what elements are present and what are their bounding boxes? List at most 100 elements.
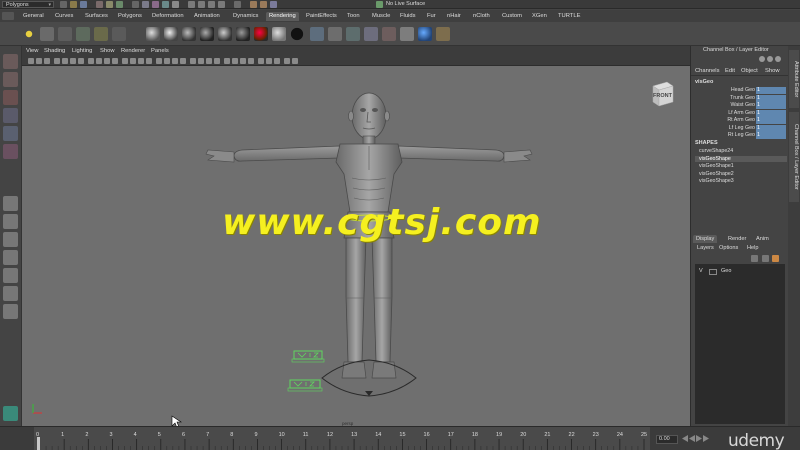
shelf-tab-ncloth[interactable]: nCloth: [470, 12, 493, 21]
render-settings-icon[interactable]: [346, 27, 360, 41]
gate-mask-icon[interactable]: [88, 58, 94, 64]
gamma-icon[interactable]: [274, 58, 280, 64]
channel-attribute-value[interactable]: 1: [756, 109, 786, 117]
step-forward-icon[interactable]: [703, 435, 709, 442]
color-manage-icon[interactable]: [284, 58, 290, 64]
xray-icon[interactable]: [206, 58, 212, 64]
hypershade-layout-icon[interactable]: [3, 286, 18, 301]
directional-light-icon[interactable]: [94, 27, 108, 41]
surface-shader-sphere-icon[interactable]: [218, 27, 232, 41]
render-settings-icon[interactable]: [270, 1, 277, 8]
channel-attribute-name[interactable]: Rt Leg Geo: [728, 132, 755, 139]
channel-attribute-row[interactable]: Head Geo 1: [691, 87, 787, 94]
light-icon[interactable]: [22, 27, 36, 41]
channel-box-icon[interactable]: [775, 56, 781, 62]
current-time-marker[interactable]: [37, 437, 40, 450]
smooth-shade-icon[interactable]: [130, 58, 136, 64]
channel-attribute-name[interactable]: Rt Arm Geo: [727, 117, 755, 124]
snap-grid-icon[interactable]: [188, 1, 195, 8]
isolate-select-icon[interactable]: [198, 58, 204, 64]
motion-blur-icon[interactable]: [172, 58, 178, 64]
channel-attribute-row[interactable]: Trunk Geo 1: [691, 94, 787, 102]
time-slider-track[interactable]: 0 1 2 3 4 5 6 7 8 9 10 11 12 13 14 15 16 17 18 19 20 21 22 23 24…: [34, 427, 650, 450]
lights-icon[interactable]: [146, 58, 152, 64]
select-by-hierarchy-icon[interactable]: [96, 1, 103, 8]
menu-set-dropdown[interactable]: Polygons ▾: [2, 1, 54, 8]
move-layer-down-icon[interactable]: [761, 255, 769, 262]
shelf-tab-xgen[interactable]: XGen: [529, 12, 550, 21]
ipr-icon[interactable]: [382, 27, 396, 41]
panel-menu-show[interactable]: Show: [100, 47, 115, 55]
layer-tab-render[interactable]: Render: [725, 235, 749, 243]
layer-tab-anim[interactable]: Anim: [753, 235, 772, 243]
blinn-sphere-icon[interactable]: [164, 27, 178, 41]
channel-attribute-name[interactable]: Lf Leg Geo: [729, 125, 755, 132]
grease-pencil-icon[interactable]: [248, 58, 254, 64]
mask-icon[interactable]: [162, 1, 169, 8]
shelf-menu-icon[interactable]: [2, 12, 14, 20]
history-icon[interactable]: [234, 1, 241, 8]
new-layer-icon[interactable]: [772, 255, 780, 262]
layer-tab-display[interactable]: Display: [693, 235, 718, 243]
shelf-tab-turtle[interactable]: TURTLE: [555, 12, 583, 21]
mask-icon[interactable]: [152, 1, 159, 8]
dope-sheet-layout-icon[interactable]: [3, 304, 18, 319]
save-scene-icon[interactable]: [80, 1, 87, 8]
shelf-tab-custom[interactable]: Custom: [499, 12, 525, 21]
shadows-icon[interactable]: [156, 58, 162, 64]
panel-menu-shading[interactable]: Shading: [44, 47, 65, 55]
channel-attribute-value[interactable]: 1: [756, 117, 786, 124]
root-control-curve[interactable]: [321, 359, 417, 397]
black-sphere-icon[interactable]: [290, 27, 304, 41]
depth-of-field-icon[interactable]: [190, 58, 196, 64]
layer-row[interactable]: V Geo: [695, 268, 785, 276]
layer-menu-help[interactable]: Help: [747, 245, 759, 251]
mask-icon[interactable]: [132, 1, 139, 8]
rotate-tool-icon[interactable]: [3, 126, 18, 141]
view-transform-icon[interactable]: [292, 58, 298, 64]
shelf-tab-muscle[interactable]: Muscle: [369, 12, 393, 21]
lf-leg-geo[interactable]: [371, 237, 393, 363]
ambient-occlusion-icon[interactable]: [164, 58, 170, 64]
shelf-tab-toon[interactable]: Toon: [344, 12, 363, 21]
scale-tool-icon[interactable]: [3, 144, 18, 159]
select-tool-icon[interactable]: [3, 54, 18, 69]
bookmark-icon[interactable]: [44, 58, 50, 64]
channel-attribute-value[interactable]: 1: [756, 132, 786, 139]
snap-plane-icon[interactable]: [218, 1, 225, 8]
layer-menu-options[interactable]: Options: [719, 245, 738, 251]
channel-attribute-name[interactable]: Trunk Geo: [730, 95, 755, 102]
panel-menu-panels[interactable]: Panels: [151, 47, 169, 55]
shelf-tab-nhair[interactable]: nHair: [444, 12, 464, 21]
batch-render-icon[interactable]: [364, 27, 378, 41]
channel-box-icon[interactable]: [759, 56, 765, 62]
channel-attribute-row[interactable]: Lf Arm Geo 1: [691, 109, 787, 117]
move-layer-up-icon[interactable]: [751, 255, 758, 262]
shape-node-item[interactable]: visGeoShape2: [699, 171, 734, 177]
backface-icon[interactable]: [232, 58, 238, 64]
channel-attribute-name[interactable]: Waist Geo: [730, 102, 755, 109]
rt-leg-geo[interactable]: [345, 237, 367, 363]
phong-sphere-icon[interactable]: [182, 27, 196, 41]
resolution-gate-icon[interactable]: [78, 58, 84, 64]
layer-menu-layers[interactable]: Layers: [697, 245, 714, 251]
panel-menu-view[interactable]: View: [26, 47, 38, 55]
channel-box-menu-edit[interactable]: Edit: [725, 68, 735, 74]
perspective-viewport[interactable]: FRONT www.cgtsj.com persp: [22, 66, 690, 426]
camera-icon[interactable]: [36, 58, 42, 64]
lf-hand-geo[interactable]: [503, 149, 533, 163]
exposure-icon[interactable]: [266, 58, 272, 64]
tab-channel-box-layer-editor[interactable]: Channel Box / Layer Editor: [789, 112, 799, 202]
two-pane-layout-icon[interactable]: [3, 232, 18, 247]
channel-attribute-name[interactable]: Head Geo: [731, 87, 755, 94]
shape-node-item[interactable]: visGeoShape1: [699, 163, 734, 169]
channel-attribute-value[interactable]: 1: [756, 102, 786, 109]
spot-light-icon[interactable]: [40, 27, 54, 41]
point-light-icon[interactable]: [76, 27, 90, 41]
four-pane-layout-icon[interactable]: [3, 214, 18, 229]
xray-components-icon[interactable]: [224, 58, 230, 64]
vis-geo-control[interactable]: [291, 350, 325, 363]
shelf-tab-general[interactable]: General: [20, 12, 47, 21]
rt-hand-geo[interactable]: [205, 149, 235, 163]
field-chart-icon[interactable]: [96, 58, 102, 64]
